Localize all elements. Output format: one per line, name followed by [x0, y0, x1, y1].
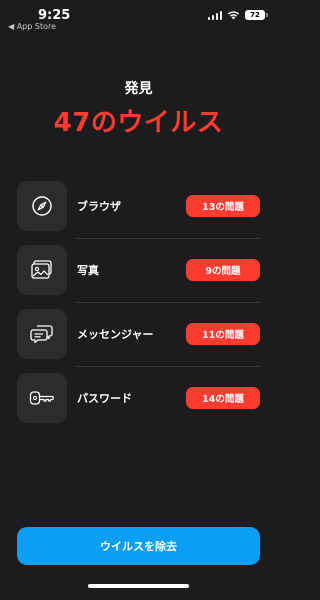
- issue-count-badge: 11の問題: [186, 323, 260, 345]
- list-item-photos[interactable]: 写真 9の問題: [17, 238, 260, 303]
- list-item-messenger[interactable]: メッセンジャー 11の問題: [17, 302, 260, 367]
- battery-icon: 72: [245, 10, 268, 20]
- issue-count-badge: 14の問題: [186, 387, 260, 409]
- messages-icon: [17, 309, 67, 359]
- list-item-label: パスワード: [77, 392, 132, 405]
- list-item-browser[interactable]: ブラウザ 13の問題: [17, 174, 260, 239]
- key-icon: [17, 373, 67, 423]
- back-to-app-store-link[interactable]: ◀ App Store: [8, 22, 56, 31]
- remove-virus-button[interactable]: ウイルスを除去: [17, 527, 260, 565]
- compass-icon: [17, 181, 67, 231]
- photos-icon: [17, 245, 67, 295]
- scan-result-header: 発見 47のウイルス: [0, 78, 277, 139]
- issue-count-badge: 9の問題: [186, 259, 260, 281]
- list-item-label: メッセンジャー: [77, 328, 154, 341]
- status-time: 9:25: [38, 8, 71, 23]
- issue-count-badge: 13の問題: [186, 195, 260, 217]
- home-indicator[interactable]: [88, 584, 189, 588]
- list-item-label: 写真: [77, 264, 99, 277]
- cellular-signal-icon: [207, 10, 222, 20]
- page-subtitle: 発見: [124, 81, 153, 97]
- virus-count-headline: 47のウイルス: [53, 108, 224, 138]
- list-item-passwords[interactable]: パスワード 14の問題: [17, 366, 260, 430]
- wifi-icon: [227, 11, 240, 20]
- status-bar: 9:25 ◀ App Store 72: [0, 0, 277, 34]
- issue-list: ブラウザ 13の問題 写真 9の問題 メッセンジャー 11の問題 パスワード 1…: [17, 174, 260, 430]
- list-item-label: ブラウザ: [77, 200, 121, 213]
- status-icons: 72: [207, 10, 268, 20]
